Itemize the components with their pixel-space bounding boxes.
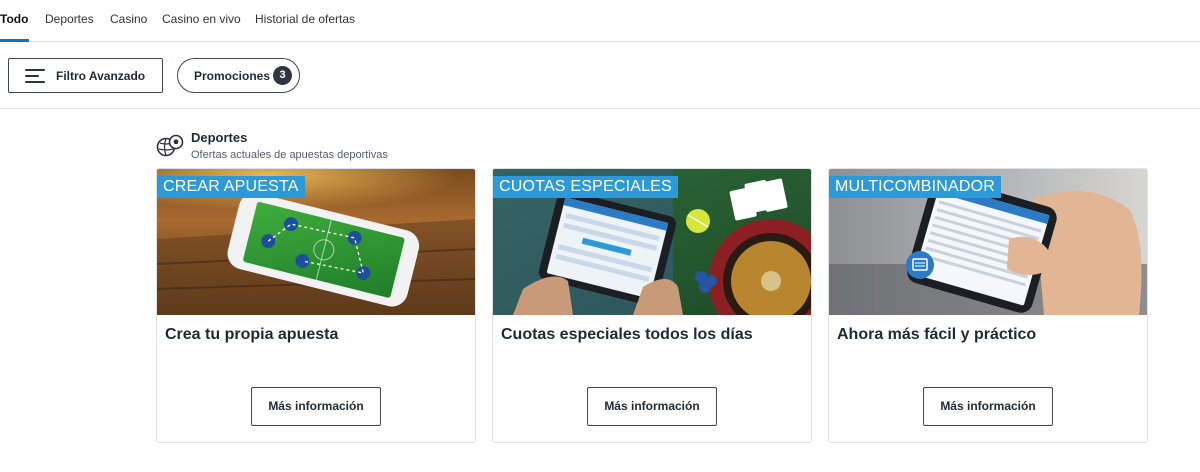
promo-card-crear-apuesta[interactable]: CREAR APUESTA Crea tu propia apuesta Más…: [156, 168, 476, 443]
tab-casino[interactable]: Casino: [110, 12, 147, 26]
tab-historial-de-ofertas[interactable]: Historial de ofertas: [255, 12, 355, 26]
promo-card-cuotas-especiales[interactable]: CUOTAS ESPECIALES Cuotas especiales todo…: [492, 168, 812, 443]
promo-tag: CREAR APUESTA: [157, 176, 305, 198]
promo-title: Cuotas especiales todos los días: [501, 326, 753, 343]
section-subtitle: Ofertas actuales de apuestas deportivas: [191, 149, 388, 161]
section-title: Deportes: [191, 130, 248, 145]
menu-icon: [25, 68, 45, 84]
category-tabs: Todo Deportes Casino Casino en vivo Hist…: [0, 0, 1200, 42]
active-tab-indicator: [0, 39, 29, 42]
promotions-button[interactable]: Promociones 3: [177, 58, 300, 93]
more-info-button[interactable]: Más información: [587, 387, 717, 426]
promo-title: Ahora más fácil y práctico: [837, 326, 1037, 343]
promotions-count-badge: 3: [273, 66, 292, 85]
advanced-filter-label: Filtro Avanzado: [56, 69, 146, 83]
promo-title: Crea tu propia apuesta: [165, 326, 339, 343]
tab-todo[interactable]: Todo: [0, 12, 28, 26]
promo-card-multicombinador[interactable]: MULTICOMBINADOR Ahora más fácil y prácti…: [828, 168, 1148, 443]
promo-tag: CUOTAS ESPECIALES: [493, 176, 678, 198]
sports-balls-icon: [156, 134, 184, 157]
advanced-filter-button[interactable]: Filtro Avanzado: [8, 58, 163, 93]
promo-tag: MULTICOMBINADOR: [829, 176, 1002, 198]
tab-casino-en-vivo[interactable]: Casino en vivo: [162, 12, 241, 26]
filter-bar: Filtro Avanzado Promociones 3: [0, 43, 1200, 109]
tab-deportes[interactable]: Deportes: [45, 12, 94, 26]
more-info-button[interactable]: Más información: [923, 387, 1053, 426]
more-info-button[interactable]: Más información: [251, 387, 381, 426]
promotions-label: Promociones: [194, 69, 271, 83]
